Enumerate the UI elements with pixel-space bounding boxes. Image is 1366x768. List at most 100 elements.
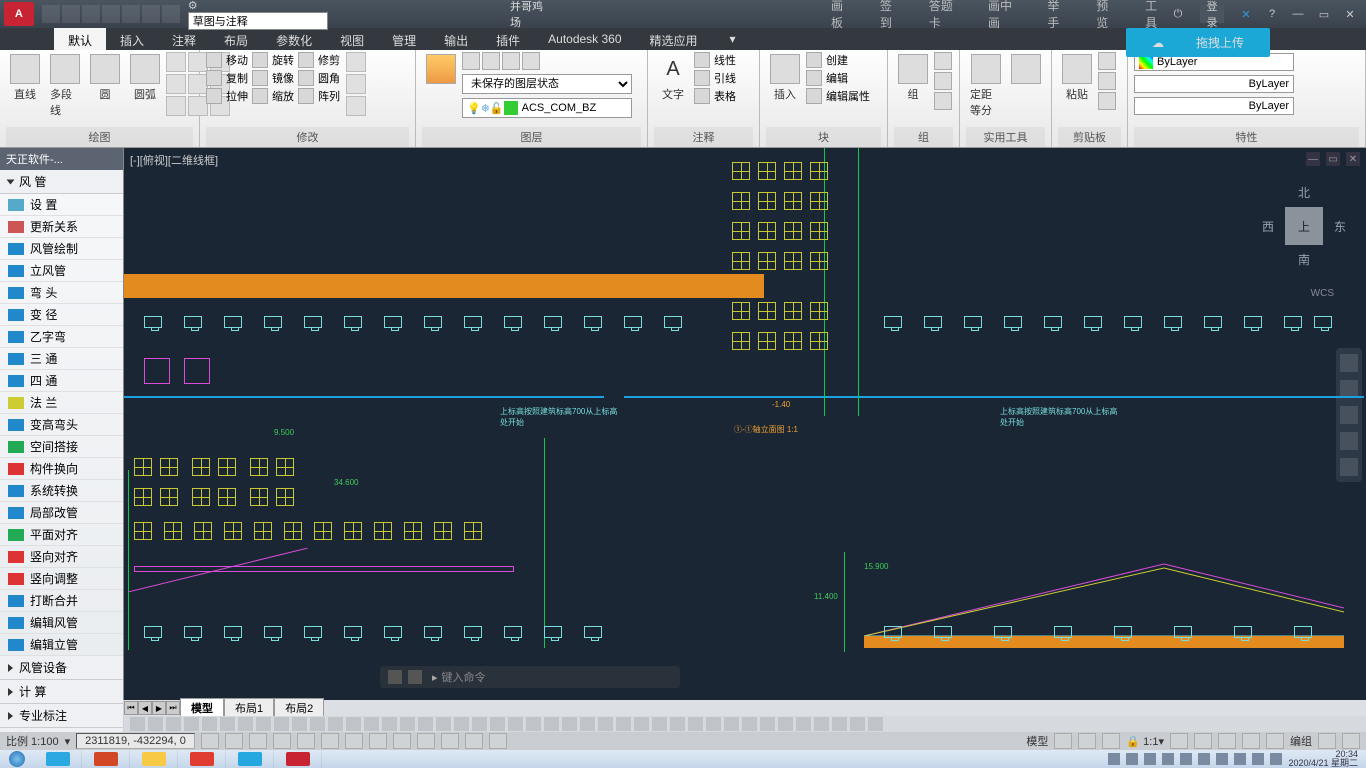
scale-label[interactable]: 比例 1:100 <box>6 733 59 749</box>
workspace-selector[interactable]: ⚙ <box>188 0 330 30</box>
tab-last-icon[interactable]: ⏭ <box>166 701 180 715</box>
block-create-icon[interactable] <box>806 52 822 68</box>
block-attr-icon[interactable] <box>806 88 822 104</box>
aux-icon[interactable] <box>256 717 271 731</box>
clock[interactable]: 20:34 2020/4/21 星期二 <box>1288 750 1358 768</box>
copyclip-icon[interactable] <box>1098 72 1116 90</box>
tray-icon[interactable] <box>1234 753 1246 765</box>
tray-icon[interactable] <box>1252 753 1264 765</box>
aux-icon[interactable] <box>490 717 505 731</box>
insert-block-button[interactable]: 插入 <box>766 52 804 104</box>
polyline-button[interactable]: 多段线 <box>46 52 84 120</box>
exchange-icon[interactable]: ✕ <box>1234 5 1258 23</box>
ortho-icon[interactable] <box>249 733 267 749</box>
qat-open-icon[interactable] <box>62 5 80 23</box>
aux-icon[interactable] <box>796 717 811 731</box>
taskbar-app[interactable] <box>274 750 322 768</box>
tab-autodesk360[interactable]: Autodesk 360 <box>534 28 635 50</box>
aux-icon[interactable] <box>382 717 397 731</box>
qat-saveas-icon[interactable] <box>102 5 120 23</box>
mirror-icon[interactable] <box>252 70 268 86</box>
copy-icon[interactable] <box>206 70 222 86</box>
command-input[interactable]: 键入命令 <box>442 669 486 685</box>
aux-icon[interactable] <box>850 717 865 731</box>
aux-icon[interactable] <box>328 717 343 731</box>
start-button[interactable] <box>0 750 34 768</box>
group-edit-icon[interactable] <box>934 72 952 90</box>
table-icon[interactable] <box>694 88 710 104</box>
aux-icon[interactable] <box>868 717 883 731</box>
group-button[interactable]: 组 <box>894 52 932 104</box>
layout-tab-model[interactable]: 模型 <box>180 698 224 718</box>
group-toggle[interactable]: 编组 <box>1290 733 1312 749</box>
aux-icon[interactable] <box>292 717 307 731</box>
arc-button[interactable]: 圆弧 <box>126 52 164 104</box>
app-tab[interactable]: 画板 <box>831 0 852 31</box>
offset-icon[interactable] <box>346 96 366 116</box>
sb-icon[interactable] <box>1266 733 1284 749</box>
aux-icon[interactable] <box>166 717 181 731</box>
aux-icon[interactable] <box>310 717 325 731</box>
otrack-icon[interactable] <box>345 733 363 749</box>
qp-icon[interactable] <box>465 733 483 749</box>
sb-icon[interactable] <box>1342 733 1360 749</box>
palette-category[interactable]: 风管设备 <box>0 656 123 680</box>
aux-icon[interactable] <box>634 717 649 731</box>
tab-annotate[interactable]: 注释 <box>158 28 210 50</box>
close-icon[interactable]: ✕ <box>1338 5 1362 23</box>
command-line[interactable]: ▸ 键入命令 <box>380 666 680 688</box>
aux-icon[interactable] <box>274 717 289 731</box>
revision-icon[interactable] <box>166 96 186 116</box>
scale-rib-icon[interactable] <box>252 88 268 104</box>
cmd-config-icon[interactable] <box>408 670 422 684</box>
leader-icon[interactable] <box>694 70 710 86</box>
tab-prev-icon[interactable]: ◀ <box>138 701 152 715</box>
layer-freeze-icon[interactable] <box>482 52 500 70</box>
tab-output[interactable]: 输出 <box>430 28 482 50</box>
fillet-icon[interactable] <box>298 70 314 86</box>
tab-first-icon[interactable]: ⏮ <box>124 701 138 715</box>
upload-button[interactable]: ☁ 拖拽上传 <box>1126 28 1270 57</box>
app-tab[interactable]: 签到 <box>880 0 901 31</box>
select-button[interactable] <box>1007 52 1045 86</box>
list-item[interactable]: 编辑立管 <box>0 634 123 656</box>
group-select-icon[interactable] <box>934 92 952 110</box>
aux-icon[interactable] <box>832 717 847 731</box>
dim-linear-icon[interactable] <box>694 52 710 68</box>
palette-category[interactable]: 计 算 <box>0 680 123 704</box>
text-button[interactable]: A文字 <box>654 52 692 104</box>
cmd-close-icon[interactable] <box>388 670 402 684</box>
aux-icon[interactable] <box>130 717 145 731</box>
cut-icon[interactable] <box>1098 52 1116 70</box>
qat-new-icon[interactable] <box>42 5 60 23</box>
aux-icon[interactable] <box>580 717 595 731</box>
tab-featured[interactable]: 精选应用 <box>636 28 712 50</box>
layer-match-icon[interactable] <box>522 52 540 70</box>
aux-icon[interactable] <box>688 717 703 731</box>
grid-icon[interactable] <box>225 733 243 749</box>
palette-category[interactable]: 风 管 <box>0 170 123 194</box>
sb-icon[interactable] <box>1318 733 1336 749</box>
list-item[interactable]: 弯 头 <box>0 282 123 304</box>
app-tab[interactable]: 画中画 <box>988 0 1019 31</box>
list-item[interactable]: 竖向对齐 <box>0 546 123 568</box>
app-tab[interactable]: 举手 <box>1047 0 1068 31</box>
aux-icon[interactable] <box>526 717 541 731</box>
tab-next-icon[interactable]: ▶ <box>152 701 166 715</box>
taskbar-app[interactable] <box>34 750 82 768</box>
tab-view[interactable]: 视图 <box>326 28 378 50</box>
list-item[interactable]: 竖向调整 <box>0 568 123 590</box>
tray-icon[interactable] <box>1180 753 1192 765</box>
aux-icon[interactable] <box>202 717 217 731</box>
list-item[interactable]: 三 通 <box>0 348 123 370</box>
app-tab[interactable]: 预览 <box>1096 0 1117 31</box>
block-edit-icon[interactable] <box>806 70 822 86</box>
polar-icon[interactable] <box>273 733 291 749</box>
palette-category[interactable]: 专业标注 <box>0 704 123 728</box>
app-tab[interactable]: 答题卡 <box>929 0 960 31</box>
tab-manage[interactable]: 管理 <box>378 28 430 50</box>
aux-icon[interactable] <box>220 717 235 731</box>
tab-parametric[interactable]: 参数化 <box>262 28 326 50</box>
aux-icon[interactable] <box>760 717 775 731</box>
array-icon[interactable] <box>298 88 314 104</box>
